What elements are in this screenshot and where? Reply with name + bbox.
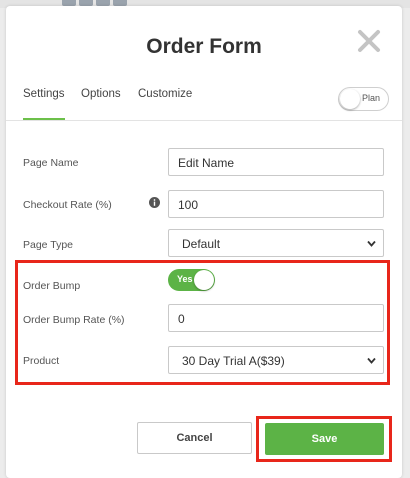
checkout-rate-label: Checkout Rate (%) [23, 199, 112, 211]
cancel-button[interactable]: Cancel [137, 422, 252, 454]
close-icon[interactable] [356, 28, 382, 54]
tab-bar: Settings Options Customize [23, 88, 387, 122]
plan-toggle-label: Plan [362, 93, 381, 103]
highlight-box-order-bump [15, 260, 390, 385]
page-name-input[interactable]: Edit Name [168, 148, 384, 176]
order-form-modal: Order Form Settings Options Customize Pl… [6, 6, 402, 478]
tab-divider [6, 120, 402, 121]
modal-title: Order Form [146, 35, 262, 58]
page-type-label: Page Type [23, 239, 74, 251]
save-button[interactable]: Save [265, 423, 384, 455]
tab-settings[interactable]: Settings [23, 88, 65, 121]
chevron-down-icon [367, 240, 376, 247]
checkout-rate-input[interactable]: 100 [168, 190, 384, 218]
page-type-select[interactable]: Default [168, 229, 384, 257]
page-name-label: Page Name [23, 157, 79, 169]
plan-toggle[interactable]: Plan [338, 87, 389, 111]
info-icon [149, 197, 160, 208]
page-type-value: Default [182, 237, 221, 251]
tab-customize[interactable]: Customize [138, 88, 192, 121]
tab-options[interactable]: Options [81, 88, 121, 121]
toggle-knob [340, 89, 360, 109]
